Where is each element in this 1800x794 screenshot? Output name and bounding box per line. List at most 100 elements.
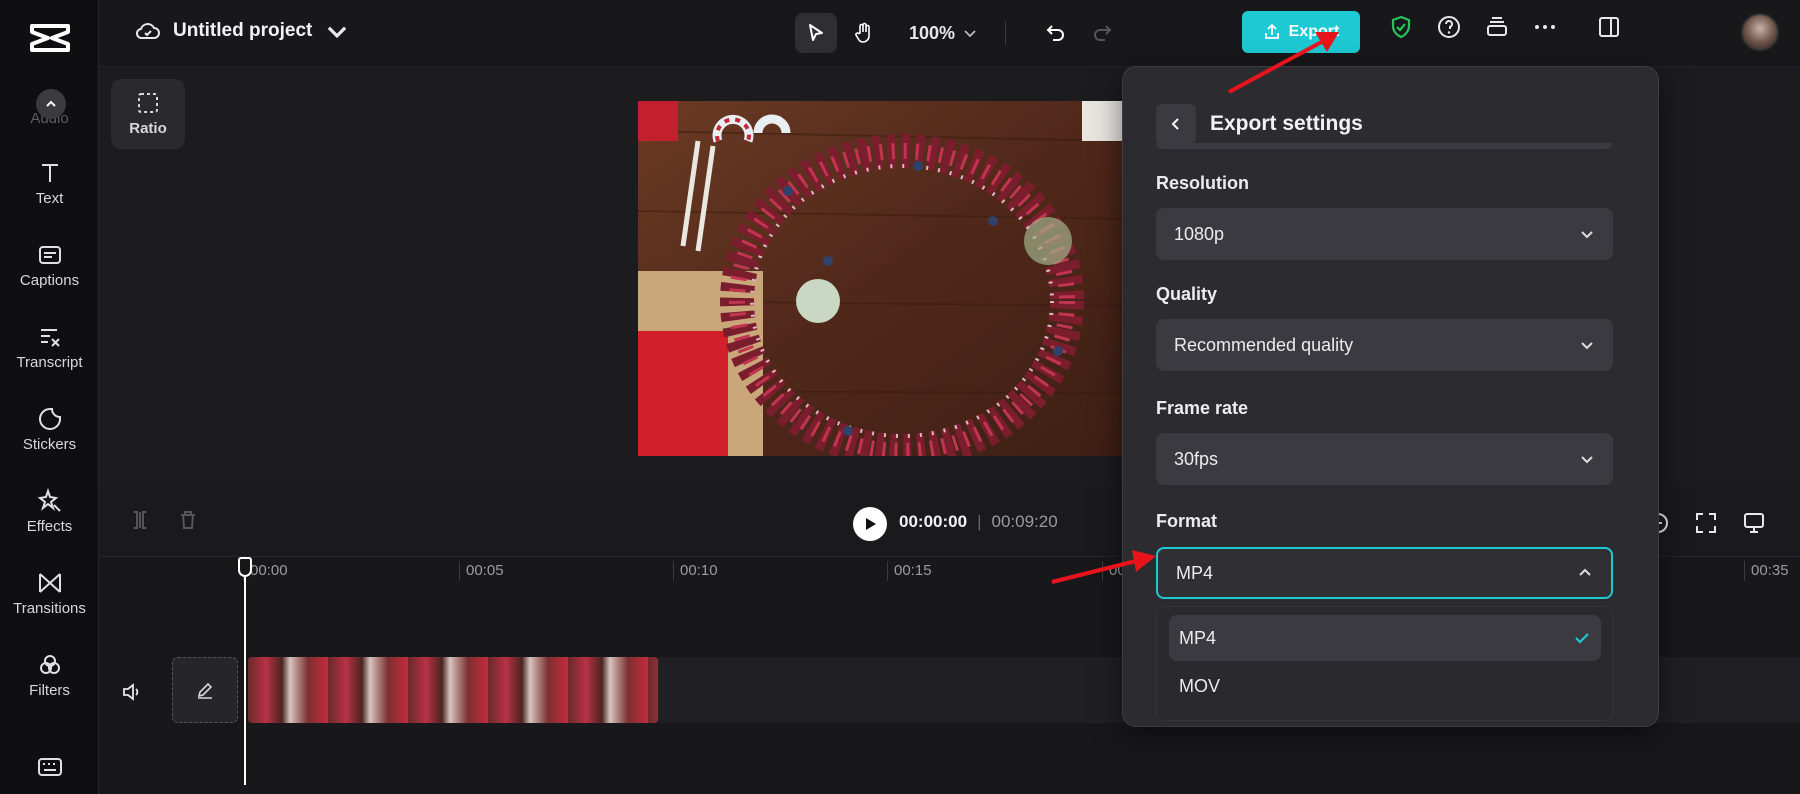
stickers-icon [38,407,61,430]
crop-frame-icon [138,93,158,113]
redo-button[interactable] [1082,13,1124,53]
ruler-tick: 00:10 [673,561,718,581]
redo-icon [1094,25,1112,41]
sidebar-item-label: Text [35,189,64,207]
more-icon[interactable] [1532,14,1558,40]
sidebar-item-transcript[interactable]: Transcript [0,312,99,382]
ratio-label: Ratio [129,120,167,137]
video-clip[interactable] [248,657,658,723]
chevron-up-icon [1579,568,1591,576]
pointer-icon [809,24,823,41]
panel-title: Export settings [1210,112,1363,135]
playhead-line[interactable] [244,575,246,785]
quality-select[interactable]: Recommended quality [1156,319,1613,371]
sidebar-item-effects[interactable]: Effects [0,476,99,546]
pencil-icon [197,682,213,699]
text-icon [41,163,58,182]
chevron-down-icon [328,26,347,39]
frame-rate-label: Frame rate [1156,398,1249,418]
project-menu[interactable]: Untitled project [135,18,350,44]
sidebar-item-transitions[interactable]: Transitions [0,558,99,628]
play-button[interactable] [853,507,887,541]
filters-icon [39,654,60,674]
select-tool-button[interactable] [795,13,837,53]
hand-tool-button[interactable] [843,13,885,53]
frame-rate-value: 30fps [1174,448,1219,469]
captions-icon [38,245,61,264]
sidebar-item-label: Captions [19,271,80,289]
ruler-tick: 00:05 [459,561,504,581]
panel-header: Export settings [1156,104,1363,144]
volume-icon[interactable] [121,681,143,703]
sidebar-item-stickers[interactable]: Stickers [0,394,99,464]
preview-frame [638,101,1122,456]
fullscreen-icon[interactable] [1693,510,1719,536]
chevron-left-icon [1171,118,1179,130]
zoom-select[interactable]: 100% [909,23,977,44]
sidebar-item-label: Effects [26,517,73,535]
chevron-down-icon [1581,342,1593,350]
export-button[interactable]: Export [1242,11,1360,53]
format-value: MP4 [1176,562,1214,583]
chevron-up-icon [46,100,56,107]
collapse-up-button[interactable] [36,89,66,119]
checkmark-icon [1575,633,1589,644]
transcript-icon [40,328,60,347]
timeline-edit-tools [129,509,199,531]
panel-layout-icon[interactable] [1596,14,1622,40]
canvas-tools: 100% [795,13,1124,53]
cover-edit-button[interactable] [172,657,238,723]
undo-button[interactable] [1034,13,1076,53]
export-label: Export [1288,23,1340,40]
resolution-value: 1080p [1174,223,1225,244]
effects-icon [37,487,61,512]
app-root: Audio Text Captions Transcript Stickers … [0,0,1800,794]
ratio-button[interactable]: Ratio [111,79,185,149]
quality-label: Quality [1156,284,1218,304]
timecode: 00:00:00 | 00:09:20 [899,512,1058,531]
trash-icon[interactable] [177,509,199,531]
video-preview[interactable] [638,101,1122,456]
chevron-down-icon [1581,231,1593,239]
sidebar-item-label: Stickers [22,435,77,453]
avatar[interactable] [1741,13,1779,51]
export-settings-panel: Export settings Resolution 1080p Quality… [1122,66,1659,727]
upload-icon [1264,23,1279,39]
timeline-right-tools [1645,510,1767,536]
sidebar-item-filters[interactable]: Filters [0,640,99,710]
format-label: Format [1156,511,1218,531]
undo-icon [1046,25,1064,41]
project-title: Untitled project [173,20,313,41]
total-time: 00:09:20 [991,512,1058,531]
playhead-handle[interactable] [238,557,252,577]
transitions-icon [38,572,61,593]
frame-rate-select[interactable]: 30fps [1156,433,1613,485]
left-sidebar: Audio Text Captions Transcript Stickers … [0,0,99,794]
sidebar-item-text[interactable]: Text [0,148,99,218]
sidebar-item-label: Transitions [13,599,86,617]
chevron-down-icon [1581,456,1593,464]
format-select[interactable]: MP4 [1156,547,1613,599]
sidebar-item-captions[interactable]: Captions [0,230,99,300]
back-button[interactable] [1156,104,1196,144]
keyboard-icon[interactable] [37,756,63,778]
resolution-select[interactable]: 1080p [1156,208,1613,260]
option-label: MOV [1179,675,1221,696]
chevron-down-icon [964,30,976,38]
resolution-label: Resolution [1156,173,1249,193]
shield-check-icon[interactable] [1388,14,1414,40]
sidebar-item-label: Transcript [16,353,83,371]
layers-icon[interactable] [1484,14,1510,40]
help-icon[interactable] [1436,14,1462,40]
toolbar-divider [1005,21,1007,45]
capcut-logo [30,24,70,52]
format-dropdown: MP4 MOV [1156,606,1613,721]
play-icon [866,518,876,530]
monitor-icon[interactable] [1741,510,1767,536]
format-option-mp4[interactable]: MP4 [1169,615,1601,661]
format-option-mov[interactable]: MOV [1169,663,1601,709]
split-icon[interactable] [129,509,151,531]
zoom-value: 100% [909,22,956,43]
sidebar-item-label: Filters [29,681,70,699]
ruler-tick: 00:35 [1744,561,1789,581]
